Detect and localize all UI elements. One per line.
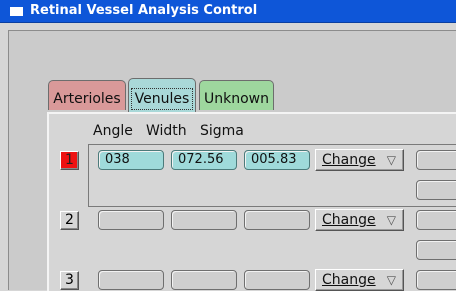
row-1-angle-field[interactable]: 038: [98, 150, 164, 170]
row-2-extra-field-b[interactable]: [416, 240, 456, 260]
triangle-down-icon: ▽: [386, 213, 396, 227]
row-1-sigma-field[interactable]: 005.83: [244, 150, 310, 170]
row-2-change-button[interactable]: Change ▽: [315, 209, 404, 231]
tab-venules-label: Venules: [130, 88, 194, 110]
row-3-change-button[interactable]: Change ▽: [315, 269, 404, 291]
triangle-down-icon: ▽: [386, 273, 396, 287]
row-2-sigma-field[interactable]: [244, 210, 310, 230]
tab-arterioles-label: Arterioles: [53, 91, 121, 107]
title-bar: Retinal Vessel Analysis Control: [0, 0, 456, 23]
column-header-width: Width: [146, 123, 187, 139]
row-3-sigma-field[interactable]: [244, 270, 310, 290]
row-2-number[interactable]: 2: [60, 211, 79, 230]
window-icon: [10, 7, 23, 16]
row-1-extra-field-b[interactable]: [416, 180, 456, 200]
column-header-sigma: Sigma: [200, 123, 244, 139]
row-1-extra-field-a[interactable]: [416, 150, 456, 170]
row-2-width-field[interactable]: [171, 210, 237, 230]
row-3-extra-field-a[interactable]: [416, 270, 456, 290]
triangle-down-icon: ▽: [386, 153, 396, 167]
column-header-angle: Angle: [93, 123, 133, 139]
window-title: Retinal Vessel Analysis Control: [30, 3, 258, 18]
tab-unknown[interactable]: Unknown: [199, 80, 274, 110]
row-2-change-label: Change: [322, 212, 376, 228]
tab-arterioles[interactable]: Arterioles: [48, 80, 126, 110]
row-3-change-label: Change: [322, 272, 376, 288]
row-1-change-label: Change: [322, 152, 376, 168]
row-3-angle-field[interactable]: [98, 270, 164, 290]
row-3-number[interactable]: 3: [60, 271, 79, 290]
row-3-width-field[interactable]: [171, 270, 237, 290]
row-1-number[interactable]: 1: [60, 151, 79, 170]
tab-venules[interactable]: Venules: [128, 78, 196, 112]
tab-unknown-label: Unknown: [204, 91, 269, 107]
row-1-width-field[interactable]: 072.56: [171, 150, 237, 170]
row-2-angle-field[interactable]: [98, 210, 164, 230]
row-2-extra-field-a[interactable]: [416, 210, 456, 230]
row-1-change-button[interactable]: Change ▽: [315, 149, 404, 171]
